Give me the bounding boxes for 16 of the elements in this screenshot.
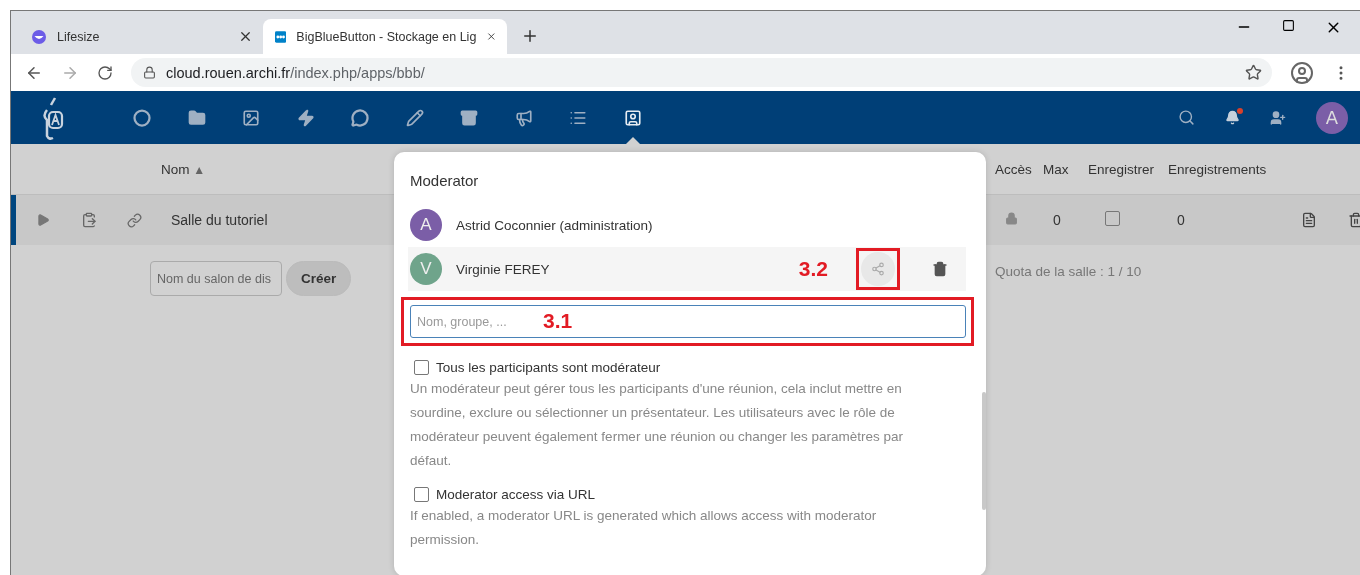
member-name: Astrid Coconnier (administration)	[456, 217, 654, 233]
annotation-label: 3.1	[543, 309, 573, 333]
member-avatar: A	[410, 209, 442, 241]
member-avatar: V	[410, 253, 442, 285]
option-label: Tous les participants sont modérateur	[436, 360, 661, 375]
quota-text: Quota de la salle : 1 / 10	[995, 264, 1142, 279]
annotation-label: 3.2	[798, 257, 828, 281]
member-name: Virginie FEREY	[456, 261, 551, 277]
room-name: Salle du tutoriel	[171, 212, 268, 228]
option-description: If enabled, a moderator URL is generated which allows access with moderator permission.	[410, 507, 878, 549]
url-text: cloud.rouen.archi.fr/index.php/apps/bbb/	[166, 64, 426, 81]
table-cell: 0	[1177, 212, 1185, 228]
table-cell: 0	[1053, 212, 1061, 228]
dialog-title: Moderator	[410, 172, 480, 189]
option-label: Moderator access via URL	[436, 487, 596, 502]
option-description: Un modérateur peut gérer tous les participants d'une réunion, cela inclut mettre en sourdine, exclure ou sélectionner un présentateur. Les utilisateurs avec le rôle de modérateur peuvent également fermer une réunion ou changer les paramètres par défaut.	[410, 380, 905, 470]
